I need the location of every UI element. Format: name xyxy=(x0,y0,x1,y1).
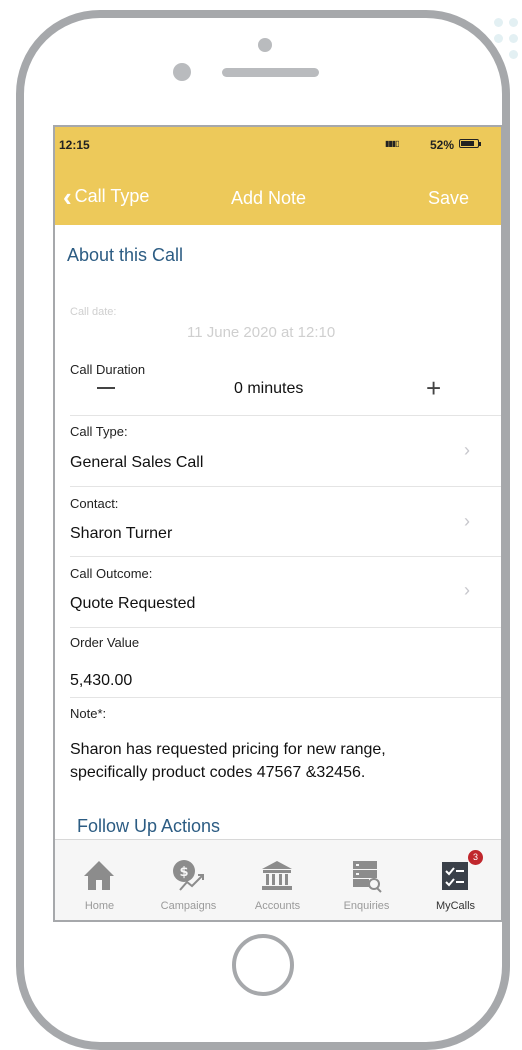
bank-icon xyxy=(262,861,292,890)
call-type-label: Call Type: xyxy=(70,424,128,439)
tab-enquiries[interactable]: Enquiries xyxy=(322,840,411,920)
campaigns-icon: $ xyxy=(173,860,204,891)
duration-increment-button[interactable]: + xyxy=(426,373,441,404)
back-label: Call Type xyxy=(74,186,150,206)
chevron-right-icon: › xyxy=(464,511,470,531)
tab-home[interactable]: Home xyxy=(55,840,144,920)
divider xyxy=(70,697,501,698)
call-date-label: Call date: xyxy=(70,306,117,318)
call-date-value[interactable]: 11 June 2020 at 12:10 xyxy=(187,324,335,341)
svg-text:$: $ xyxy=(179,865,188,880)
contact-value: Sharon Turner xyxy=(70,525,173,542)
battery-icon xyxy=(459,139,481,148)
tab-label: Home xyxy=(84,900,115,912)
chevron-left-icon: ‹ xyxy=(63,181,72,212)
call-outcome-label: Call Outcome: xyxy=(70,566,153,581)
note-textarea[interactable]: Sharon has requested pricing for new ran… xyxy=(70,738,450,784)
signal-icon: ▮▮▮▯ xyxy=(385,139,400,148)
order-value-input[interactable]: 5,430.00 xyxy=(70,672,132,690)
divider xyxy=(70,415,501,416)
app-screen: 12:15 ▮▮▮▯ 52% ‹ Call Type Add Note Save… xyxy=(53,125,503,922)
divider xyxy=(70,627,501,628)
top-bar: 12:15 ▮▮▮▯ 52% ‹ Call Type Add Note Save xyxy=(55,127,501,225)
proximity-sensor xyxy=(173,63,191,81)
status-time: 12:15 xyxy=(59,138,90,152)
tab-label: Enquiries xyxy=(343,900,390,912)
section-title-about: About this Call xyxy=(67,245,184,265)
tab-campaigns[interactable]: $ Campaigns xyxy=(144,840,233,920)
call-duration-label: Call Duration xyxy=(70,362,146,377)
tab-label: Campaigns xyxy=(160,900,217,912)
order-value-label: Order Value xyxy=(70,635,140,650)
chevron-right-icon: › xyxy=(464,580,470,600)
call-duration-value: 0 minutes xyxy=(234,380,304,397)
notification-badge: 3 xyxy=(468,850,483,865)
section-title-follow-up: Follow Up Actions xyxy=(77,816,221,836)
duration-decrement-button[interactable] xyxy=(97,387,115,389)
page-title: Add Note xyxy=(231,188,307,208)
checklist-icon xyxy=(442,862,468,890)
chevron-right-icon: › xyxy=(464,440,470,460)
front-camera xyxy=(258,38,272,52)
divider xyxy=(70,486,501,487)
enquiries-icon xyxy=(353,861,382,893)
home-icon xyxy=(84,861,114,890)
back-button[interactable]: ‹ Call Type xyxy=(63,181,150,212)
note-label: Note*: xyxy=(70,706,107,721)
battery-percent: 52% xyxy=(430,138,455,152)
divider xyxy=(70,556,501,557)
tab-mycalls[interactable]: 3 MyCalls xyxy=(411,840,500,920)
tab-label: MyCalls xyxy=(435,900,476,912)
contact-label: Contact: xyxy=(70,496,119,511)
save-button[interactable]: Save xyxy=(428,188,469,209)
home-button[interactable] xyxy=(232,934,294,996)
call-type-value: General Sales Call xyxy=(70,454,204,471)
tab-accounts[interactable]: Accounts xyxy=(233,840,322,920)
call-outcome-value: Quote Requested xyxy=(70,595,196,612)
earpiece-speaker xyxy=(222,68,319,77)
tab-label: Accounts xyxy=(254,900,301,912)
tab-bar: Home $ Campaigns Accounts Enquiries 3 My… xyxy=(55,839,501,920)
note-form: About this Call Call date: 11 June 2020 … xyxy=(55,225,501,839)
